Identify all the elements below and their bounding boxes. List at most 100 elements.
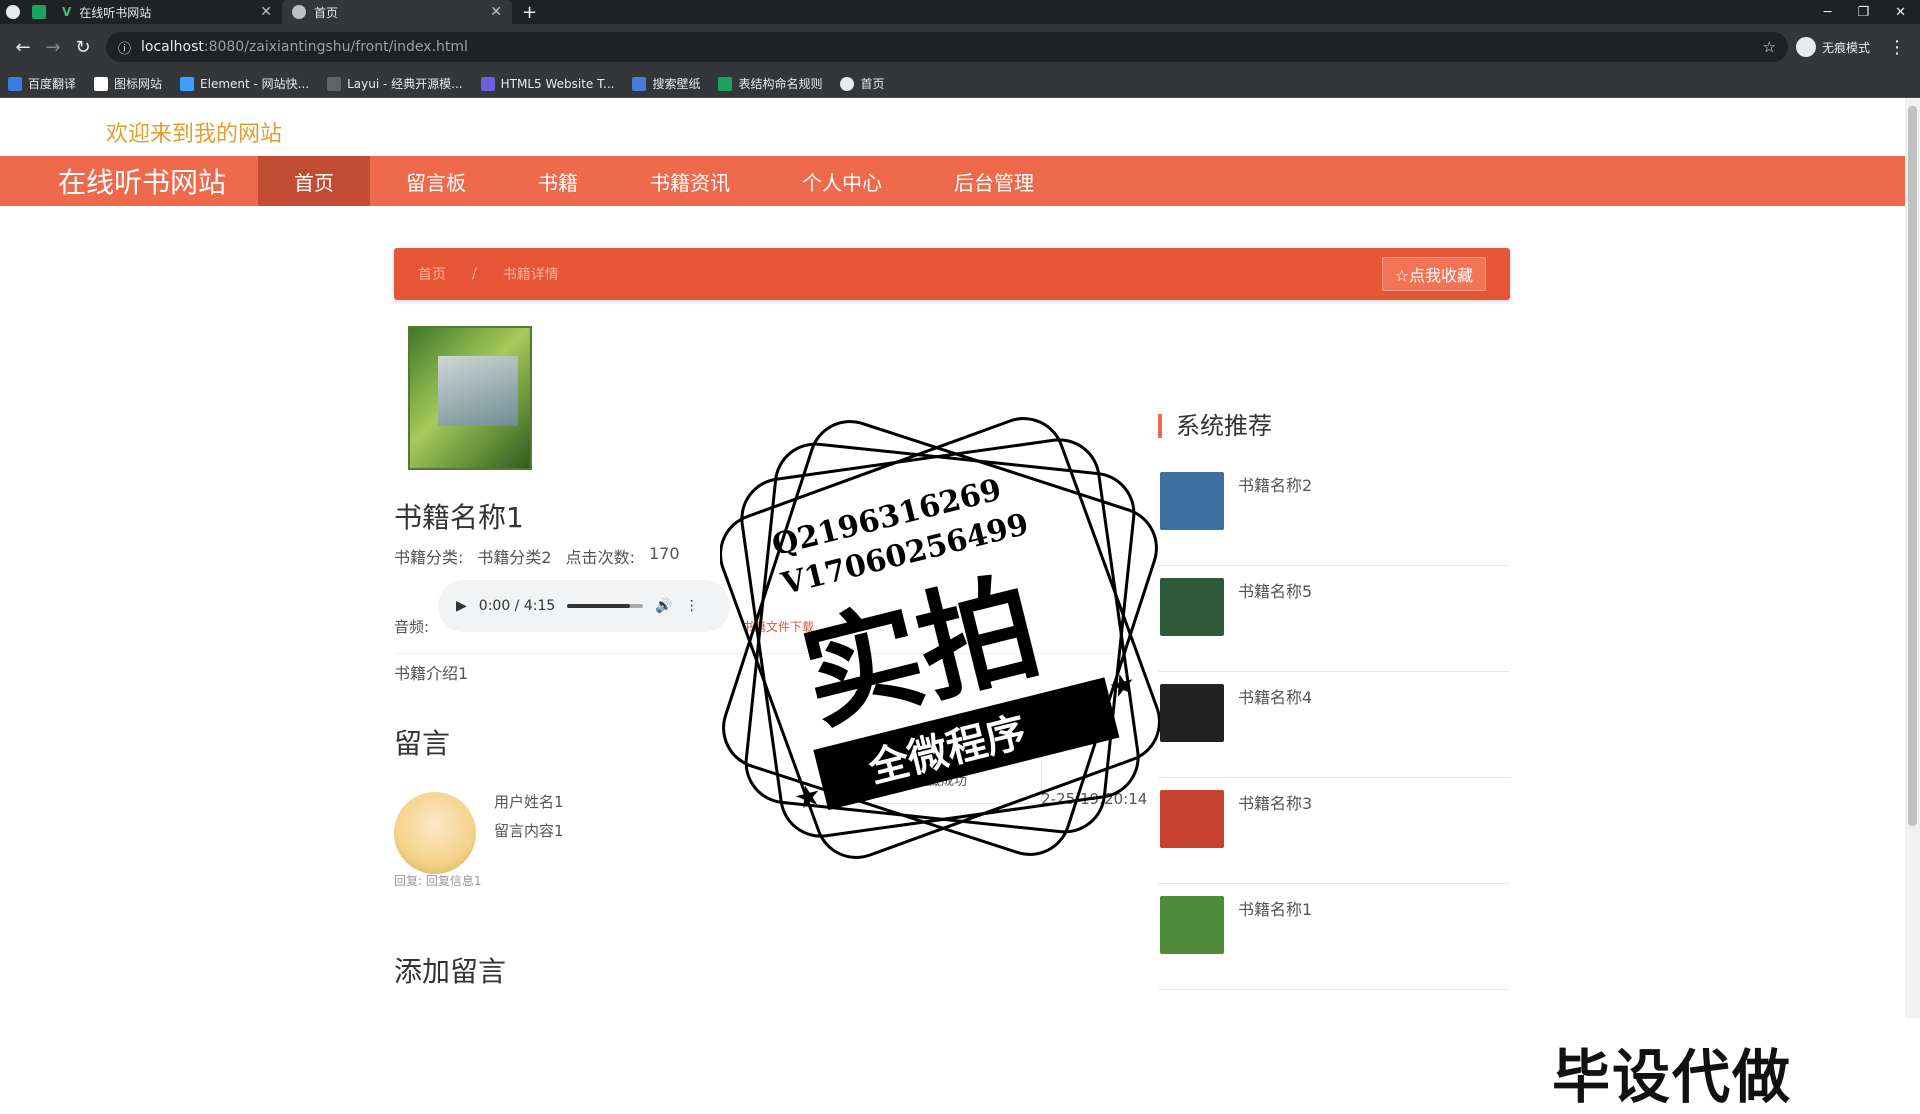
audio-time: 0:00 / 4:15: [478, 598, 556, 614]
close-tab-icon[interactable]: ✕: [260, 4, 272, 20]
bookmark-item[interactable]: 图标网站: [94, 75, 162, 92]
bookmark-item[interactable]: 表结构命名规则: [718, 75, 822, 92]
breadcrumb-home[interactable]: 首页: [418, 264, 446, 284]
forward-icon[interactable]: →: [38, 37, 68, 58]
recommend-thumbnail[interactable]: [1160, 578, 1224, 636]
layui-icon: [327, 76, 342, 91]
more-menu-icon[interactable]: ⋮: [1882, 37, 1912, 58]
bookmarks-bar: 百度翻译 图标网站 Element - 网站快... Layui - 经典开源模…: [0, 70, 1920, 98]
breadcrumb: 首页 / 书籍详情 ☆点我收藏: [394, 248, 1510, 300]
tab-title: 在线听书网站: [79, 5, 152, 20]
reload-icon[interactable]: ↻: [68, 37, 98, 58]
globe-icon: [840, 76, 855, 91]
audio-label: 音频:: [394, 618, 430, 636]
recommend-item[interactable]: 书籍名称2: [1158, 460, 1510, 566]
window-controls: ─ ❐ ✕: [1824, 5, 1920, 20]
star-bookmark-icon[interactable]: ☆: [1763, 38, 1776, 56]
browser-menu-icon[interactable]: [0, 0, 26, 24]
nav-book-news[interactable]: 书籍资讯: [614, 156, 766, 206]
info-icon[interactable]: ⓘ: [118, 38, 131, 57]
browser-tab-2[interactable]: 首页 ✕: [282, 0, 512, 24]
toast-text: 收藏成功: [915, 773, 968, 789]
recommend-name[interactable]: 书籍名称5: [1238, 578, 1312, 602]
top-navigation: 在线听书网站 首页 留言板 书籍 书籍资讯 个人中心 后台管理: [0, 156, 1905, 206]
recommend-name[interactable]: 书籍名称2: [1238, 472, 1312, 496]
nav-admin[interactable]: 后台管理: [918, 156, 1070, 206]
bookmark-icon: [8, 76, 22, 91]
html5-icon: [480, 76, 495, 91]
recommend-item[interactable]: 书籍名称1: [1158, 884, 1510, 990]
clicks-value: 170: [649, 544, 680, 563]
category-label: 书籍分类:: [394, 548, 464, 567]
back-icon[interactable]: ←: [8, 37, 38, 58]
recommend-item[interactable]: 书籍名称5: [1158, 566, 1510, 672]
bookmark-item[interactable]: 首页: [840, 75, 885, 92]
nav-user-center[interactable]: 个人中心: [766, 156, 918, 206]
recommend-thumbnail[interactable]: [1160, 684, 1224, 742]
new-tab-button[interactable]: +: [512, 0, 547, 24]
breadcrumb-separator: /: [472, 266, 477, 282]
incognito-icon: [1795, 37, 1816, 57]
recommend-name[interactable]: 书籍名称1: [1238, 896, 1312, 920]
nav-home[interactable]: 首页: [258, 156, 370, 206]
recommend-thumbnail[interactable]: [1160, 790, 1224, 848]
flag-icon: [94, 76, 109, 91]
recommend-title: 系统推荐: [1158, 414, 1272, 438]
recommend-thumbnail[interactable]: [1160, 896, 1224, 954]
bookmark-item[interactable]: 搜索壁纸: [632, 75, 700, 92]
bookmark-label: 图标网站: [114, 77, 163, 91]
bookmark-label: 百度翻译: [28, 77, 77, 91]
scrollbar-thumb[interactable]: [1908, 106, 1917, 826]
url-path: :8080/zaixiantingshu/front/index.html: [203, 39, 468, 55]
comment-content: 留言内容1: [494, 822, 564, 840]
element-icon: [180, 76, 195, 91]
url-host: localhost: [141, 39, 204, 55]
address-bar-row: ← → ↻ ⓘ localhost:8080/zaixiantingshu/fr…: [0, 24, 1920, 70]
bookmark-label: HTML5 Website T...: [500, 76, 615, 91]
avatar: [394, 792, 476, 874]
bookmark-item[interactable]: Element - 网站快...: [180, 75, 309, 92]
recommend-name[interactable]: 书籍名称3: [1238, 790, 1312, 814]
nav-books[interactable]: 书籍: [502, 156, 614, 206]
incognito-indicator[interactable]: 无痕模式: [1795, 37, 1870, 57]
favorite-button[interactable]: ☆点我收藏: [1381, 257, 1486, 291]
close-tab-icon[interactable]: ✕: [490, 4, 502, 20]
watermark-line2: V17060256499: [777, 507, 1032, 602]
book-title: 书籍名称1: [394, 501, 524, 534]
audio-progress-slider[interactable]: [567, 604, 644, 608]
sheet-icon: [718, 76, 733, 91]
close-window-icon[interactable]: ✕: [1895, 5, 1906, 20]
bookmark-label: 搜索壁纸: [652, 77, 701, 91]
url-input[interactable]: ⓘ localhost:8080/zaixiantingshu/front/in…: [106, 32, 1788, 62]
recommend-item[interactable]: 书籍名称4: [1158, 672, 1510, 778]
recommend-item[interactable]: 书籍名称3: [1158, 778, 1510, 884]
pinned-tab-icon[interactable]: [26, 0, 52, 24]
divider: [394, 653, 1134, 654]
recommend-thumbnail[interactable]: [1160, 472, 1224, 530]
breadcrumb-current: 书籍详情: [502, 267, 559, 283]
download-link[interactable]: 书籍文件下载: [742, 618, 814, 635]
audio-more-icon[interactable]: ⋮: [685, 598, 699, 614]
volume-icon[interactable]: 🔊: [655, 598, 672, 614]
play-icon[interactable]: ▶: [456, 598, 467, 614]
watermark-line1: Q2196316269: [769, 472, 1005, 563]
bookmark-item[interactable]: 百度翻译: [8, 75, 76, 92]
page-scrollbar[interactable]: [1905, 98, 1920, 1018]
clicks-label: 点击次数:: [565, 548, 635, 567]
minimize-icon[interactable]: ─: [1824, 5, 1832, 20]
audio-player[interactable]: ▶ 0:00 / 4:15 🔊 ⋮: [438, 580, 730, 632]
nav-message-board[interactable]: 留言板: [370, 156, 502, 206]
welcome-text: 欢迎来到我的网站: [106, 122, 283, 147]
restore-icon[interactable]: ❐: [1857, 5, 1869, 20]
add-comment-title: 添加留言: [394, 955, 507, 988]
bookmark-label: Layui - 经典开源模...: [347, 77, 463, 91]
recommend-name[interactable]: 书籍名称4: [1238, 684, 1312, 708]
watermark-corner: 毕设代做: [1552, 1043, 1793, 1111]
browser-tab-1[interactable]: V 在线听书网站 ✕: [52, 0, 282, 24]
book-meta: 书籍分类: 书籍分类2 点击次数: 170: [394, 544, 680, 568]
site-title[interactable]: 在线听书网站: [58, 161, 258, 201]
bookmark-item[interactable]: HTML5 Website T...: [480, 76, 615, 91]
comments-title: 留言: [394, 727, 451, 760]
toast-message: ☺ 收藏成功: [864, 754, 1042, 804]
bookmark-item[interactable]: Layui - 经典开源模...: [327, 75, 463, 92]
